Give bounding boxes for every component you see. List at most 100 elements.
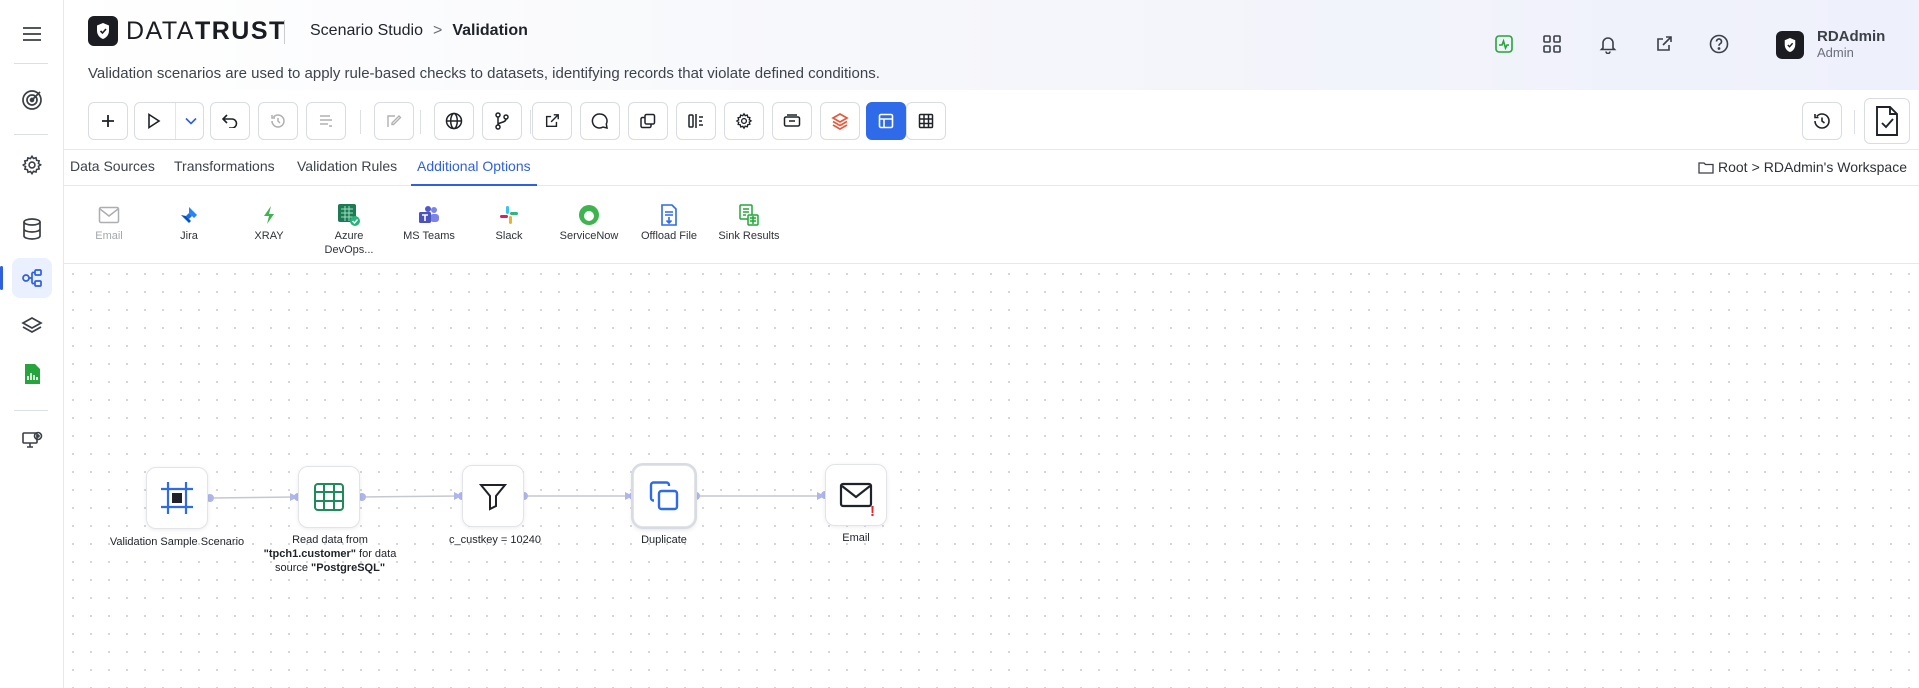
monitor-settings-icon[interactable] (12, 420, 52, 460)
bell-icon[interactable] (1596, 32, 1620, 56)
table-icon (314, 483, 344, 511)
option-xray[interactable]: XRAY (229, 203, 309, 243)
globe-icon (445, 112, 463, 130)
add-button[interactable] (88, 102, 128, 140)
brand-left: DATA (126, 16, 195, 45)
version-history-button[interactable] (1802, 102, 1842, 140)
history-icon (1814, 113, 1830, 129)
edge-scenario-source (209, 496, 297, 499)
node-source[interactable] (298, 466, 360, 528)
target-icon[interactable] (12, 80, 52, 120)
validate-button[interactable] (1864, 98, 1910, 144)
option-sink-results[interactable]: Sink Results (709, 203, 789, 243)
source-table: "tpch1.customer" (263, 548, 356, 560)
layout-icon (878, 113, 894, 129)
compare-button[interactable] (676, 102, 716, 140)
breadcrumb-separator: > (432, 22, 443, 39)
node-duplicate[interactable] (633, 465, 695, 527)
toolbar-divider (360, 110, 361, 134)
git-branch-icon (495, 112, 509, 130)
branch-button[interactable] (482, 102, 522, 140)
help-icon[interactable] (1707, 32, 1731, 56)
node-email[interactable] (825, 464, 887, 526)
spreadsheet-icon[interactable] (12, 354, 52, 394)
option-label: ServiceNow (559, 230, 619, 242)
table-icon (918, 113, 934, 129)
email-error-indicator: ! (870, 503, 875, 520)
node-scenario[interactable] (146, 467, 208, 529)
archive-icon (783, 114, 801, 127)
menu-icon[interactable] (12, 14, 52, 54)
database-icon[interactable] (12, 209, 52, 249)
tab-data-sources[interactable]: Data Sources (70, 151, 155, 186)
folder-icon (1698, 161, 1714, 174)
sidebar-divider (14, 63, 48, 64)
option-servicenow[interactable]: ServiceNow (549, 203, 629, 243)
edge-source-filter (361, 495, 461, 498)
databricks-button[interactable] (820, 102, 860, 140)
play-icon (148, 113, 161, 129)
grid-icon[interactable] (1540, 32, 1564, 56)
external-link-icon (545, 114, 559, 128)
workspace-root: Root (1718, 159, 1748, 175)
user-role: Admin (1817, 45, 1854, 60)
tab-additional-options[interactable]: Additional Options (411, 151, 537, 186)
comment-button[interactable] (580, 102, 620, 140)
gear-icon[interactable] (12, 145, 52, 185)
tab-bar: Data Sources Transformations Validation … (64, 151, 1919, 186)
node-duplicate-label: Duplicate (641, 534, 687, 546)
option-offload-file[interactable]: Offload File (629, 203, 709, 243)
xray-icon (229, 203, 309, 227)
copy-button[interactable] (628, 102, 668, 140)
tab-transformations[interactable]: Transformations (174, 151, 275, 186)
email-icon (839, 482, 873, 508)
external-link-icon[interactable] (1652, 32, 1676, 56)
option-email[interactable]: Email (69, 203, 149, 243)
header-divider (284, 20, 285, 44)
user-profile[interactable]: RDAdmin Admin (1776, 29, 1885, 61)
undo-button[interactable] (210, 102, 250, 140)
toolbar-divider (420, 110, 421, 134)
diagram-view-button[interactable] (866, 102, 906, 140)
toolbar-divider (530, 110, 531, 134)
comment-icon (591, 113, 608, 130)
undo-icon (222, 114, 238, 128)
sidebar-divider (14, 410, 48, 411)
slack-icon (469, 203, 549, 227)
log-button[interactable] (306, 102, 346, 140)
file-check-icon (1876, 106, 1898, 136)
run-button[interactable] (134, 102, 204, 140)
list-icon (320, 115, 332, 127)
brand-right: TRUST (194, 16, 286, 45)
jira-icon (149, 203, 229, 227)
option-ms-teams[interactable]: MS Teams (389, 203, 469, 243)
node-filter[interactable] (462, 465, 524, 527)
settings-button[interactable] (724, 102, 764, 140)
layers-icon[interactable] (12, 306, 52, 346)
tab-validation-rules[interactable]: Validation Rules (297, 151, 397, 186)
workflow-canvas[interactable]: Validation Sample Scenario Read data fro… (64, 265, 1919, 688)
workflow-icon[interactable] (0, 258, 52, 298)
option-label: Offload File (640, 230, 698, 242)
user-avatar-icon (1776, 31, 1804, 59)
left-sidebar (0, 0, 64, 688)
export-button[interactable] (532, 102, 572, 140)
azure-devops-icon (309, 203, 389, 227)
option-azure-devops[interactable]: Azure DevOps... (309, 203, 389, 257)
globe-button[interactable] (434, 102, 474, 140)
option-jira[interactable]: Jira (149, 203, 229, 243)
table-view-button[interactable] (906, 102, 946, 140)
breadcrumb-parent[interactable]: Scenario Studio (310, 22, 423, 40)
brand-logo[interactable]: DATATRUST (88, 16, 286, 46)
activity-icon[interactable] (1492, 32, 1516, 56)
history-button[interactable] (258, 102, 298, 140)
archive-button[interactable] (772, 102, 812, 140)
workspace-name: RDAdmin's Workspace (1763, 159, 1907, 175)
sidebar-divider (14, 134, 48, 135)
edit-button[interactable] (374, 102, 414, 140)
option-slack[interactable]: Slack (469, 203, 549, 243)
workspace-path[interactable]: Root > RDAdmin's Workspace (1698, 159, 1907, 175)
chevron-down-icon[interactable] (175, 103, 205, 139)
node-email-label: Email (842, 532, 870, 544)
option-label: Sink Results (718, 230, 780, 242)
